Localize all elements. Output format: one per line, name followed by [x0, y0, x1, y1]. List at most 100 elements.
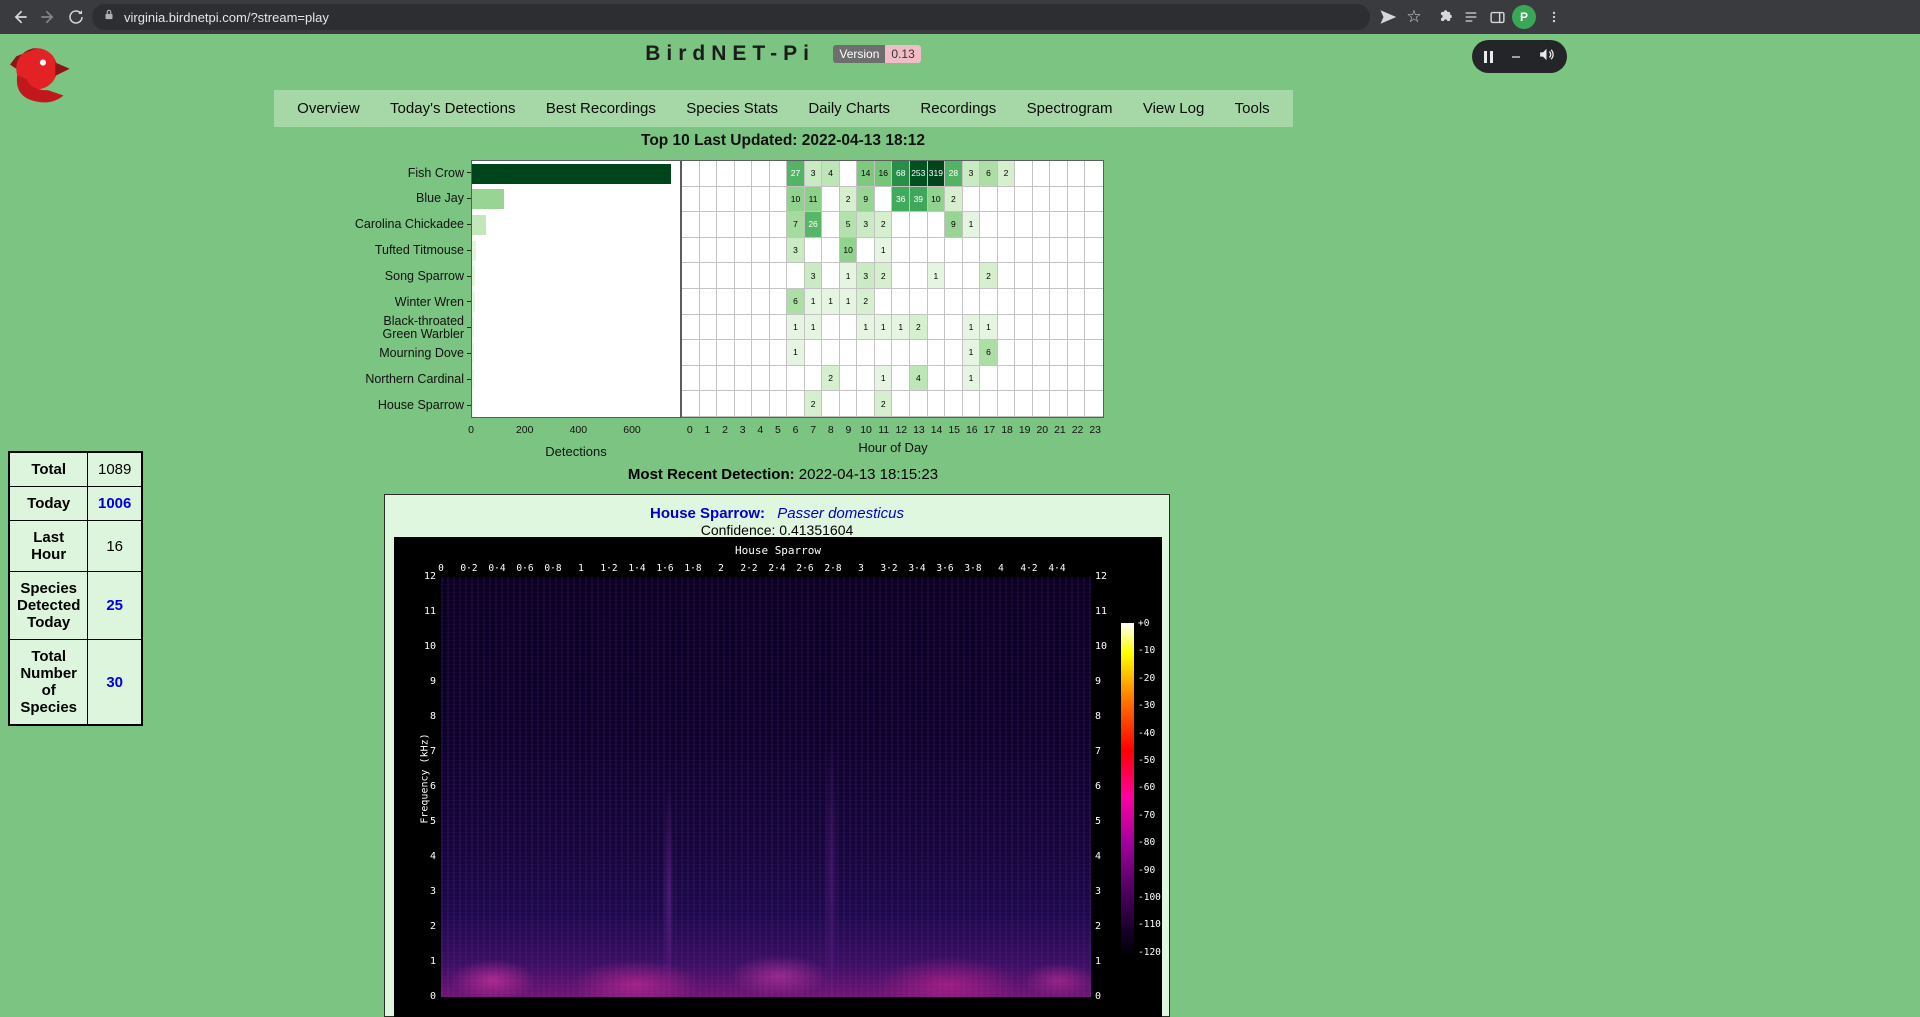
- time-tick: 3·6: [936, 563, 953, 574]
- stat-value[interactable]: 1006: [88, 487, 142, 521]
- nav-item-spectrogram[interactable]: Spectrogram: [1027, 100, 1113, 117]
- heat-cell: 5: [840, 212, 858, 238]
- detections-bar: [472, 394, 473, 414]
- freq-tick-left: 8: [412, 711, 436, 722]
- detections-bar: [472, 164, 671, 184]
- heat-cell: [963, 187, 981, 213]
- hour-tick-1: 1: [705, 424, 711, 436]
- freq-tick-left: 11: [412, 606, 436, 617]
- nav-item-tools[interactable]: Tools: [1235, 100, 1270, 117]
- heat-cell: 1: [840, 289, 858, 315]
- reading-list-icon[interactable]: [1457, 3, 1485, 31]
- back-icon[interactable]: [6, 3, 34, 31]
- heat-cell: 1: [805, 289, 823, 315]
- audio-player[interactable]: [1472, 40, 1567, 73]
- heat-cell: [700, 391, 718, 417]
- species-name: Northern Cardinal: [365, 373, 464, 386]
- bookmark-star-icon[interactable]: ☆: [1400, 3, 1428, 31]
- stat-value[interactable]: 30: [88, 640, 142, 726]
- freq-tick-left: 0: [412, 991, 436, 1002]
- recent-value: 2022-04-13 18:15:23: [799, 466, 938, 483]
- heat-cell: [717, 238, 735, 264]
- heat-cell: [822, 340, 840, 366]
- stat-value[interactable]: 25: [88, 572, 142, 640]
- confidence-text: Confidence: 0.41351604: [385, 522, 1169, 538]
- nav-item-daily-charts[interactable]: Daily Charts: [808, 100, 890, 117]
- scientific-name-link[interactable]: Passer domesticus: [777, 505, 904, 522]
- heat-cell: [928, 289, 946, 315]
- hour-tick-12: 12: [895, 424, 907, 436]
- stat-row-total-number-of-species: Total Number of Species30: [9, 640, 142, 726]
- heat-cell: 1: [892, 315, 910, 341]
- heat-cell: [998, 238, 1016, 264]
- db-tick: -60: [1138, 782, 1155, 793]
- app-title: BirdNET-Pi: [645, 42, 815, 66]
- heat-cell: [752, 391, 770, 417]
- heat-cell: 1: [822, 289, 840, 315]
- seek-bar[interactable]: [1512, 56, 1520, 58]
- heat-cell: [840, 366, 858, 392]
- heat-cell: [840, 161, 858, 187]
- address-bar[interactable]: virginia.birdnetpi.com/?stream=play: [92, 4, 1370, 30]
- time-tick: 0·8: [544, 563, 561, 574]
- heat-cell: [700, 315, 718, 341]
- side-panel-icon[interactable]: [1483, 3, 1511, 31]
- menu-kebab-icon[interactable]: [1540, 3, 1568, 31]
- heat-cell: [963, 391, 981, 417]
- heat-cell: [1085, 263, 1103, 289]
- send-icon[interactable]: [1374, 3, 1402, 31]
- heat-cell: [717, 161, 735, 187]
- heat-cell: 2: [980, 263, 998, 289]
- bar-row: [472, 391, 680, 417]
- heat-cell: [735, 289, 753, 315]
- version-label: Version: [833, 45, 885, 63]
- heat-cell: [892, 289, 910, 315]
- heat-cell: [1068, 263, 1086, 289]
- hour-tick-15: 15: [948, 424, 960, 436]
- species-name: Winter Wren: [395, 296, 464, 309]
- heat-cell: 319: [928, 161, 946, 187]
- species-label-carolina-chickadee: Carolina Chickadee: [339, 212, 471, 238]
- heat-cell: [963, 263, 981, 289]
- heat-cell: [875, 340, 893, 366]
- species-name: Song Sparrow: [385, 270, 464, 283]
- heat-cell: [822, 391, 840, 417]
- time-tick: 2·2: [740, 563, 757, 574]
- nav-item-view-log[interactable]: View Log: [1143, 100, 1204, 117]
- bar-row: [472, 212, 680, 238]
- freq-tick-left: 10: [412, 641, 436, 652]
- heat-cell: [770, 263, 788, 289]
- nav-item-recordings[interactable]: Recordings: [920, 100, 996, 117]
- heat-cell: [892, 340, 910, 366]
- heat-cell: [1050, 161, 1068, 187]
- heat-cell: 2: [945, 187, 963, 213]
- refresh-icon[interactable]: [62, 3, 90, 31]
- heat-cell: [963, 289, 981, 315]
- nav-item-best-recordings[interactable]: Best Recordings: [546, 100, 656, 117]
- time-tick: 4·2: [1020, 563, 1037, 574]
- profile-avatar[interactable]: P: [1512, 5, 1536, 29]
- heat-cell: [1085, 340, 1103, 366]
- volume-icon[interactable]: [1538, 46, 1555, 68]
- detections-bar: [472, 317, 474, 337]
- heat-cell: [1033, 238, 1051, 264]
- heat-cell: [717, 366, 735, 392]
- heat-cell: 1: [875, 315, 893, 341]
- nav-item-today-s-detections[interactable]: Today's Detections: [390, 100, 515, 117]
- freq-tick-right: 11: [1095, 606, 1119, 617]
- heat-cell: [735, 238, 753, 264]
- nav-item-species-stats[interactable]: Species Stats: [686, 100, 778, 117]
- heat-cell: [822, 187, 840, 213]
- db-tick: -70: [1138, 810, 1155, 821]
- species-name: Blue Jay: [416, 192, 464, 205]
- time-tick: 1·8: [684, 563, 701, 574]
- heat-cell: 2: [875, 391, 893, 417]
- forward-icon[interactable]: [34, 3, 62, 31]
- bar-row: [472, 187, 680, 213]
- heat-cell: [998, 391, 1016, 417]
- heat-cell: [1050, 366, 1068, 392]
- extensions-icon[interactable]: [1430, 3, 1458, 31]
- nav-item-overview[interactable]: Overview: [297, 100, 360, 117]
- species-link[interactable]: House Sparrow:: [650, 505, 765, 522]
- pause-icon[interactable]: [1484, 51, 1493, 63]
